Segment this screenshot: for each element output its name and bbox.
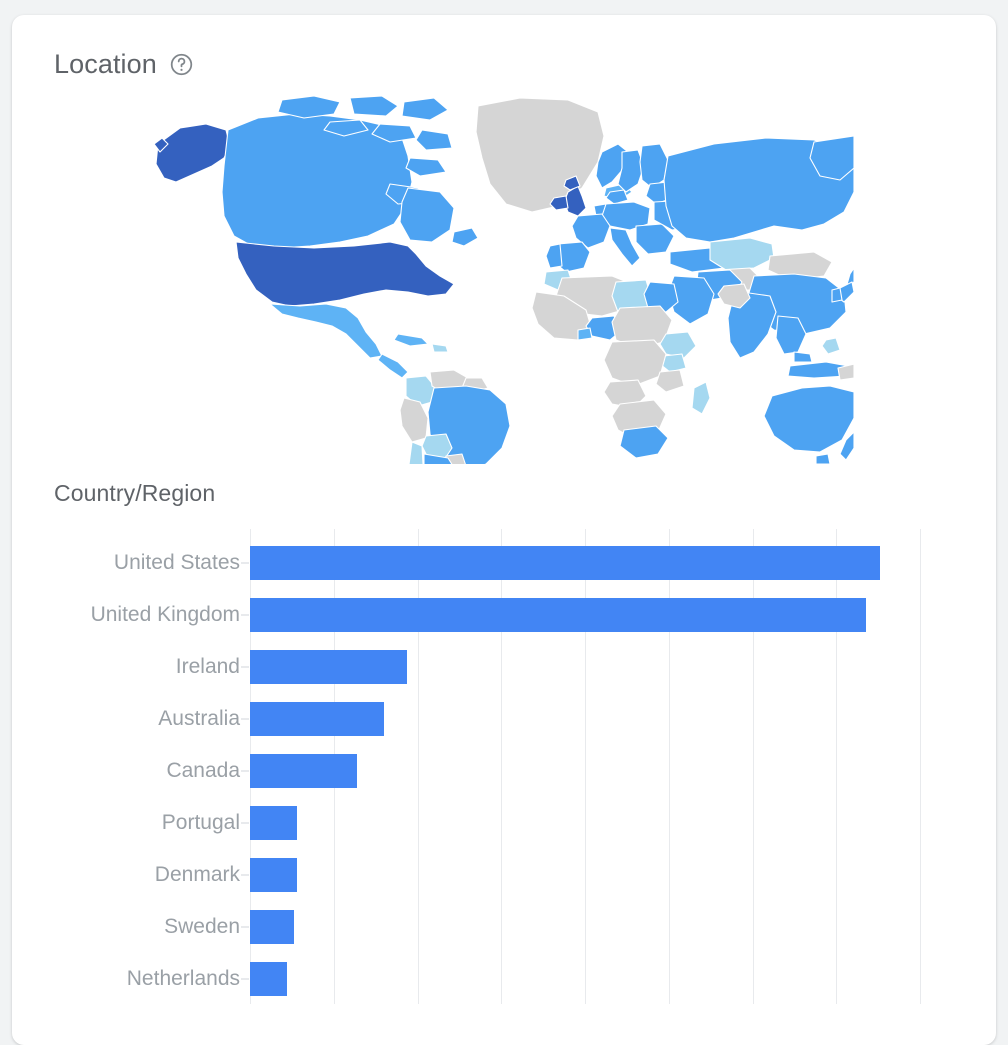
country-portugal[interactable] bbox=[545, 243, 563, 269]
grid-line bbox=[920, 529, 921, 1004]
bar[interactable] bbox=[250, 962, 287, 996]
axis-tick bbox=[241, 926, 249, 928]
country-ghana-coast[interactable] bbox=[577, 327, 593, 341]
country-philippines[interactable] bbox=[821, 337, 841, 355]
country-region-bar-chart: United States United Kingdom Ireland Austra… bbox=[12, 529, 996, 1009]
country-canada-arctic-2[interactable] bbox=[349, 96, 399, 117]
country-canada-arctic-7[interactable] bbox=[405, 157, 447, 177]
category-axis: United States United Kingdom Ireland Austra… bbox=[12, 529, 240, 1009]
country-kazakhstan[interactable] bbox=[709, 237, 775, 271]
category-label: Portugal bbox=[161, 811, 240, 834]
category-label: United States bbox=[113, 551, 240, 574]
category-label: Denmark bbox=[154, 863, 240, 886]
axis-tick bbox=[241, 822, 249, 824]
category-label: Sweden bbox=[164, 915, 240, 938]
bar[interactable] bbox=[250, 858, 297, 892]
country-mexico[interactable] bbox=[269, 303, 383, 359]
bar[interactable] bbox=[250, 546, 880, 580]
location-card: Location Country/Region United States Un… bbox=[12, 15, 996, 1045]
card-header: Location bbox=[12, 15, 996, 78]
country-australia[interactable] bbox=[763, 385, 854, 453]
country-central-africa[interactable] bbox=[603, 339, 667, 387]
bar[interactable] bbox=[250, 754, 358, 788]
country-malaysia[interactable] bbox=[793, 351, 813, 363]
category-label: Ireland bbox=[175, 655, 240, 678]
axis-tick bbox=[241, 770, 249, 772]
axis-tick bbox=[241, 978, 249, 980]
world-map[interactable] bbox=[12, 96, 996, 476]
axis-tick bbox=[241, 614, 249, 616]
bar[interactable] bbox=[250, 910, 294, 944]
country-korea[interactable] bbox=[831, 287, 843, 303]
country-united-states[interactable] bbox=[235, 241, 455, 307]
axis-tick bbox=[241, 718, 249, 720]
bar[interactable] bbox=[250, 598, 867, 632]
category-label: Australia bbox=[158, 707, 240, 730]
axis-tick bbox=[241, 874, 249, 876]
country-canada-arctic-1[interactable] bbox=[277, 96, 341, 119]
country-cuba[interactable] bbox=[393, 333, 429, 347]
country-hispaniola[interactable] bbox=[431, 343, 449, 353]
country-tasmania[interactable] bbox=[815, 453, 831, 464]
country-tanzania[interactable] bbox=[655, 369, 685, 393]
country-alaska[interactable] bbox=[155, 123, 231, 183]
country-greenland[interactable] bbox=[475, 97, 605, 213]
country-canada-arctic-6[interactable] bbox=[415, 129, 453, 151]
country-canada-east[interactable] bbox=[399, 187, 455, 243]
axis-tick bbox=[241, 666, 249, 668]
category-label: Netherlands bbox=[126, 967, 240, 990]
bar[interactable] bbox=[250, 650, 408, 684]
country-denmark[interactable] bbox=[605, 189, 629, 205]
country-chile[interactable] bbox=[406, 441, 424, 464]
help-circle-icon[interactable] bbox=[169, 52, 194, 77]
country-south-africa[interactable] bbox=[619, 425, 669, 459]
country-central-america[interactable] bbox=[377, 353, 409, 379]
category-label: United Kingdom bbox=[90, 603, 240, 626]
world-map-svg[interactable] bbox=[154, 96, 854, 464]
country-sweden[interactable] bbox=[617, 149, 645, 193]
country-canada-arctic-3[interactable] bbox=[401, 97, 449, 121]
bar[interactable] bbox=[250, 702, 384, 736]
category-label: Canada bbox=[166, 759, 240, 782]
country-canada-newfoundland[interactable] bbox=[451, 227, 479, 247]
country-madagascar[interactable] bbox=[691, 381, 711, 415]
axis-tick bbox=[241, 562, 249, 564]
page-title: Location bbox=[54, 49, 157, 79]
bar[interactable] bbox=[250, 806, 297, 840]
chart-section-title: Country/Region bbox=[54, 480, 216, 506]
